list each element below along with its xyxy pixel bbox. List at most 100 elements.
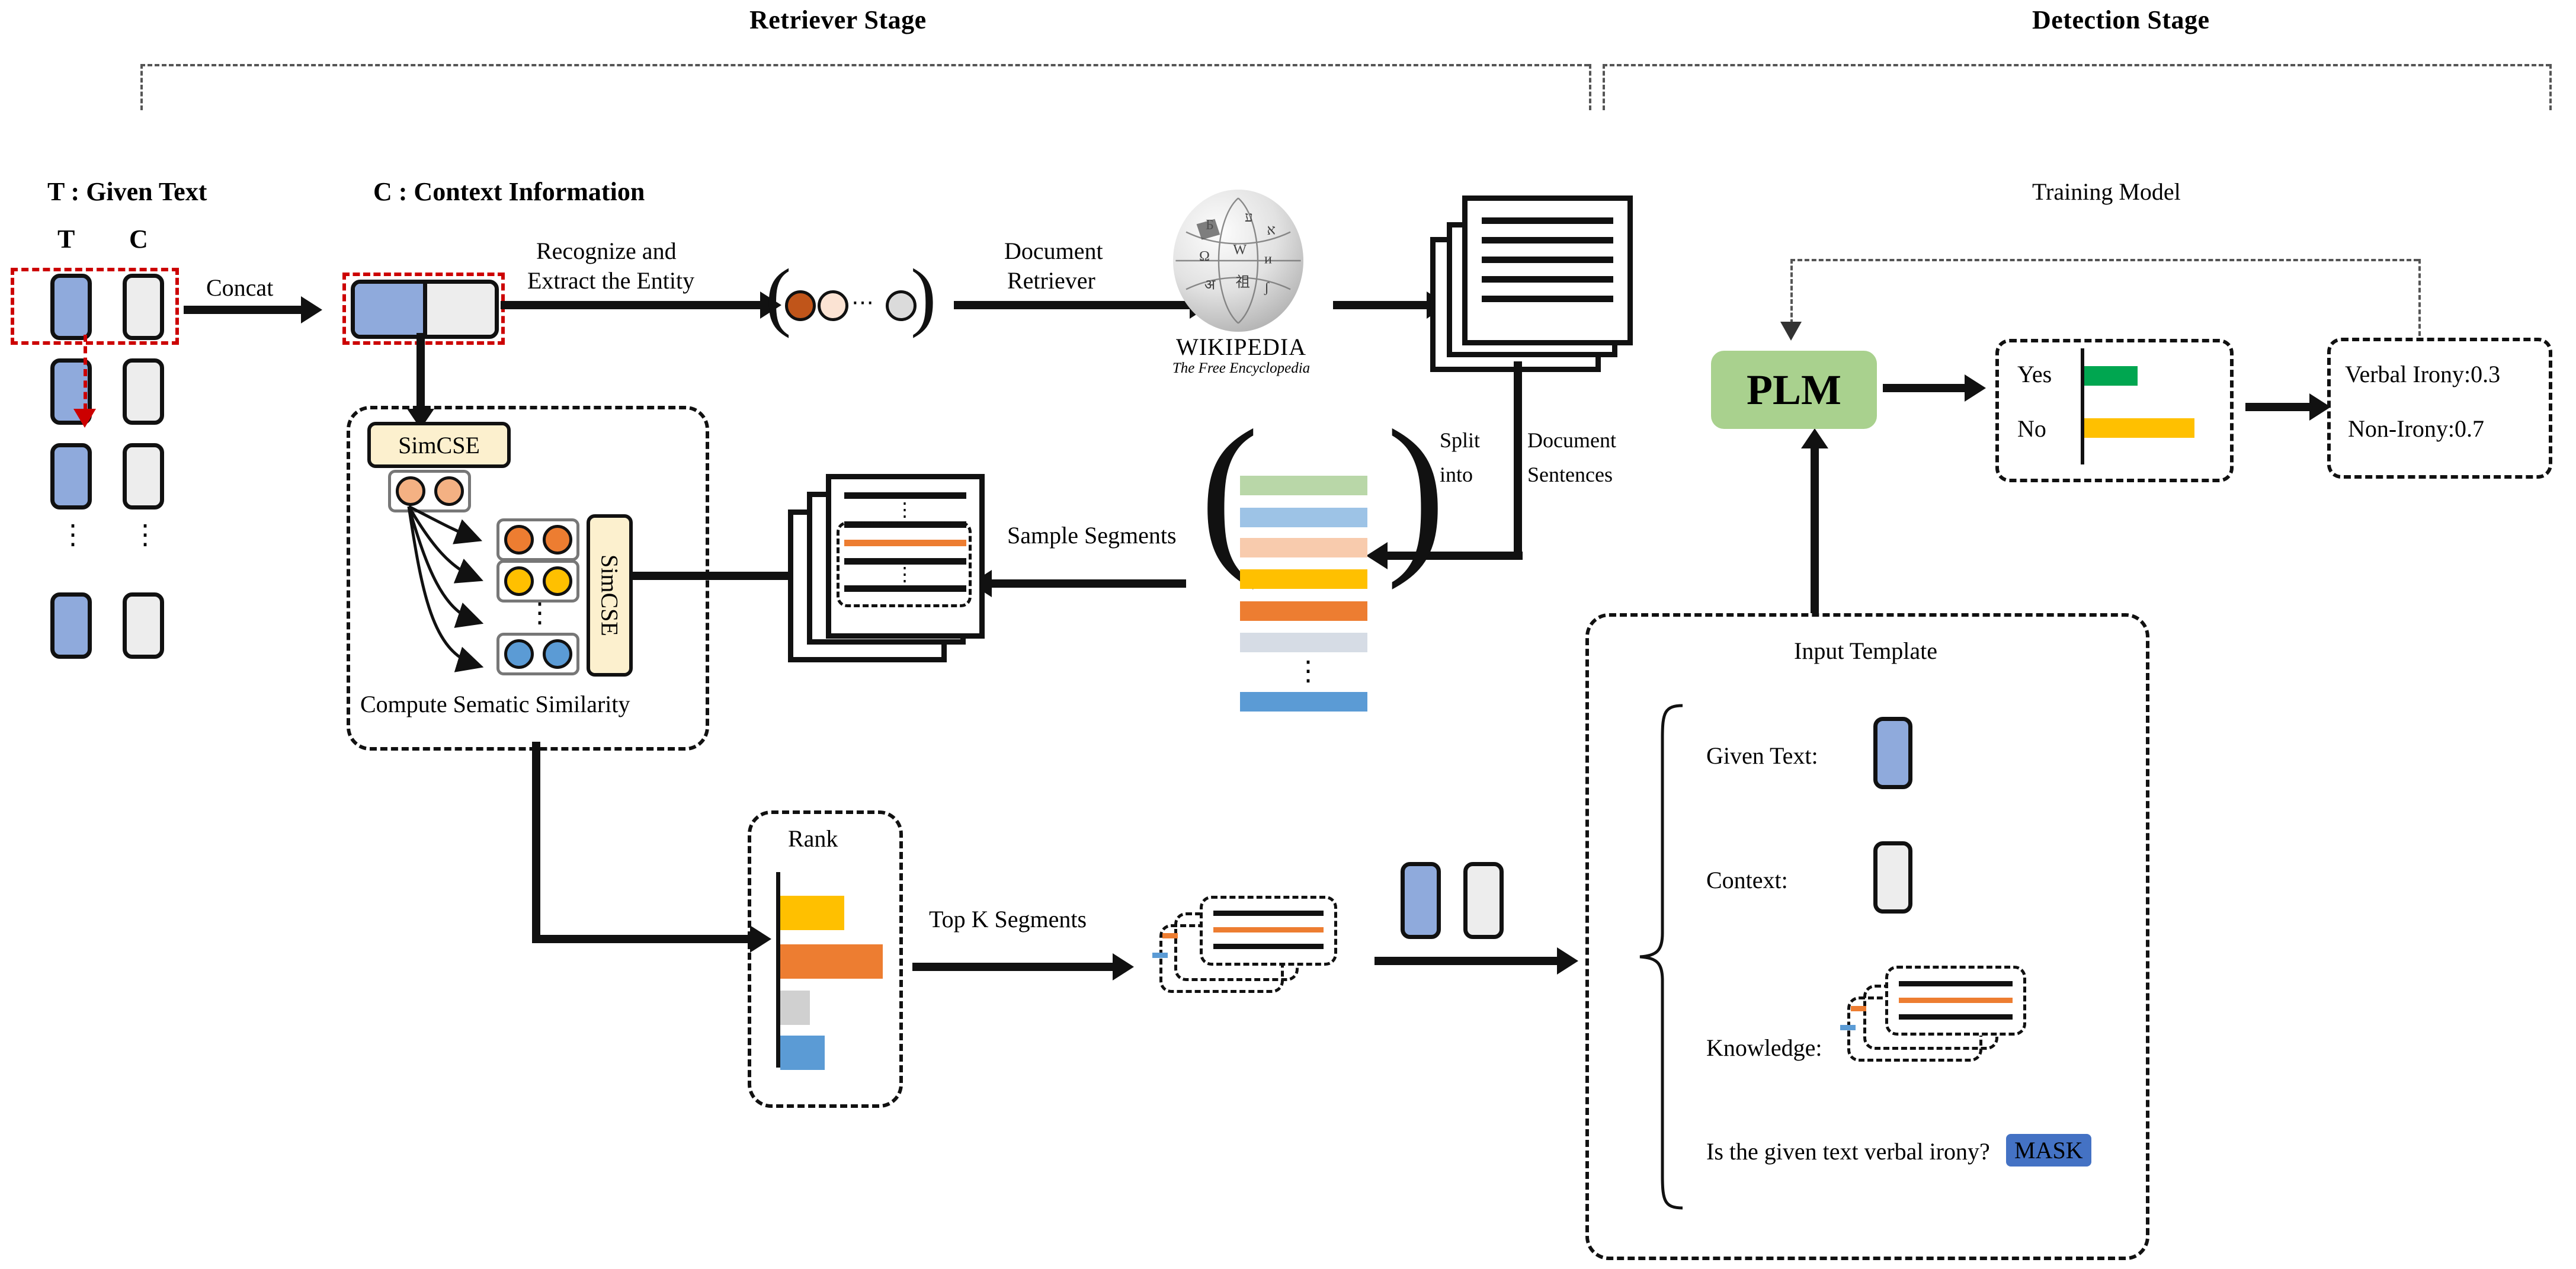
concatenated-tc-box[interactable] [351, 280, 499, 339]
seg-dot-1b [542, 525, 572, 555]
seg-dot-2a [504, 566, 534, 596]
concat-arrow [184, 296, 322, 323]
wikipedia-globe-icon: Бעא ΩWи अ祖ʃ [1173, 190, 1303, 332]
final-t-box[interactable] [1401, 862, 1441, 939]
svg-text:Ω: Ω [1199, 248, 1210, 264]
simcse-side-label: SimCSE [596, 555, 623, 636]
context-label: Context: [1706, 867, 1788, 893]
c-box-row1[interactable] [123, 274, 164, 340]
split-arrow-vertical [1514, 361, 1522, 560]
svg-text:祖: 祖 [1236, 274, 1250, 290]
rank-bar-2 [780, 944, 883, 979]
prediction-bar-yes [2084, 366, 2138, 386]
prediction-bar-no [2084, 418, 2194, 438]
training-feedback-right-vertical [2418, 259, 2421, 336]
topk-card-back2-line [1162, 933, 1178, 938]
similarity-to-rank-vertical [532, 742, 540, 943]
t-column-ellipsis: ⋮ [59, 520, 88, 550]
seg-dot-3a [504, 639, 534, 669]
column-header-t: T [57, 225, 75, 254]
topk-segments-label: Top K Segments [929, 906, 1087, 932]
mask-token-badge[interactable]: MASK [2006, 1134, 2091, 1167]
similarity-to-rank-horizontal [532, 925, 771, 953]
legend-given-text: T : Given Text [47, 177, 207, 206]
entity-dot-1 [785, 290, 816, 321]
svg-text:и: и [1264, 251, 1272, 267]
seg-dot-1a [504, 525, 534, 555]
given-text-value-box[interactable] [1873, 717, 1912, 789]
svg-text:ע: ע [1245, 209, 1253, 225]
compute-similarity-caption: Compute Sematic Similarity [360, 691, 630, 717]
sampled-segment-highlight [837, 521, 972, 607]
t-box-row4[interactable] [50, 592, 92, 659]
knowledge-card-front [1885, 966, 2026, 1036]
retriever-stage-boundary-top [140, 64, 1589, 66]
knowledge-card-line-blue [1840, 1025, 1856, 1030]
topk-card-front [1200, 896, 1337, 966]
plm-box[interactable]: PLM [1711, 351, 1877, 429]
c-box-row3[interactable] [123, 443, 164, 509]
recognize-label-line1: Recognize and [536, 238, 677, 264]
verbal-irony-score: Verbal Irony:0.3 [2345, 361, 2501, 387]
retriever-stage-boundary-right [1589, 64, 1591, 110]
given-text-label: Given Text: [1706, 742, 1818, 769]
topk-card-back3-line [1152, 953, 1168, 958]
final-c-box[interactable] [1463, 862, 1504, 939]
split-label-line1: Split [1440, 428, 1481, 452]
sentence-item-5 [1240, 601, 1367, 621]
svg-text:ʃ: ʃ [1264, 280, 1270, 296]
c-box-row2[interactable] [123, 358, 164, 425]
query-dot-1 [395, 476, 425, 506]
detection-stage-title: Detection Stage [2032, 5, 2210, 34]
concat-c-half [427, 284, 495, 335]
segment-embedding-pair-last [496, 633, 579, 675]
template-question: Is the given text verbal irony? [1706, 1138, 1990, 1165]
c-box-row4[interactable] [123, 592, 164, 659]
wikipedia-wordmark: WIKIPEDIA [1175, 334, 1307, 360]
input-template-title: Input Template [1794, 637, 1937, 664]
seg-dot-2b [542, 566, 572, 596]
wikipedia-tagline: The Free Encyclopedia [1172, 360, 1311, 376]
knowledge-card-line-orange [1851, 1006, 1866, 1011]
svg-text:W: W [1233, 242, 1247, 258]
sentence-item-6 [1240, 633, 1367, 652]
retriever-stage-title: Retriever Stage [749, 5, 927, 34]
simcse-top-box[interactable]: SimCSE [367, 422, 511, 468]
training-model-label: Training Model [2032, 178, 2181, 205]
query-dot-2 [434, 476, 464, 506]
t-box-row1[interactable] [50, 274, 92, 340]
sentence-list-bracket-right: ) [1386, 393, 1446, 590]
t-box-row3[interactable] [50, 443, 92, 509]
detection-stage-boundary-right [2549, 64, 2552, 110]
rank-bar-4 [780, 1036, 825, 1070]
topk-segments-arrow [912, 953, 1134, 980]
document-retriever-arrow [954, 291, 1211, 319]
red-pointer-line [84, 335, 87, 411]
sample-segments-label: Sample Segments [1007, 522, 1177, 549]
split-label-sentences: Sentences [1527, 463, 1613, 486]
prediction-yes-label: Yes [2017, 361, 2052, 387]
arrow-prediction-to-scores [2245, 393, 2331, 421]
rank-bar-3 [780, 991, 810, 1025]
prediction-no-label: No [2017, 415, 2046, 442]
concat-t-half [355, 284, 427, 335]
sentence-list-ellipsis: ⋮ [1295, 656, 1323, 686]
rank-title: Rank [788, 825, 838, 852]
context-value-box[interactable] [1873, 841, 1912, 914]
seg-dot-3b [542, 639, 572, 669]
arrow-to-input-template [1374, 947, 1578, 975]
training-feedback-horizontal [1790, 259, 2418, 261]
document-retriever-label-line1: Document [1004, 238, 1103, 264]
concat-label: Concat [206, 274, 274, 301]
training-feedback-left-vertical [1790, 259, 1793, 324]
simcse-side-box[interactable]: SimCSE [587, 514, 633, 677]
sentence-item-3 [1240, 538, 1367, 557]
entity-bracket-right: ) [911, 254, 937, 339]
rank-bar-1 [780, 896, 844, 930]
sample-segments-arrow [970, 570, 1186, 597]
document-retriever-label-line2: Retriever [1007, 267, 1095, 294]
sentence-item-4 [1240, 569, 1367, 589]
arrow-template-to-plm [1801, 428, 1828, 613]
retrieved-document-front [1462, 196, 1633, 345]
sentence-item-last [1240, 692, 1367, 712]
